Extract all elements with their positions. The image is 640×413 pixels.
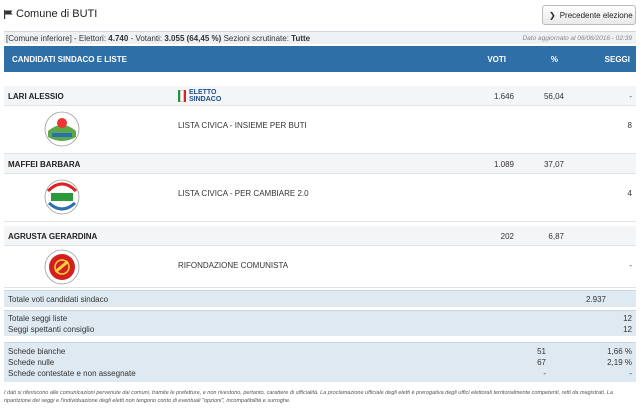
candidate-name: LARI ALESSIO <box>8 92 64 101</box>
turnout-summary: [Comune inferiore] - Elettori: 4.740 - V… <box>6 34 310 43</box>
list-name: LISTA CIVICA - PER CAMBIARE 2.0 <box>178 189 309 198</box>
candidate-pct: 6,87 <box>548 232 564 241</box>
list-name: RIFONDAZIONE COMUNISTA <box>178 261 289 270</box>
update-timestamp: Dato aggiornato al 06/06/2016 - 02:39 <box>522 35 632 42</box>
header-candidates: CANDIDATI SINDACO E LISTE <box>12 55 127 64</box>
rifondazione-comunista-logo-icon <box>44 249 80 285</box>
title-bar: Comune di BUTI ❯ Precedente elezione <box>4 4 636 26</box>
comune-type: [Comune inferiore] <box>6 34 72 43</box>
votanti-pct: (64,45 %) <box>186 34 222 43</box>
blank-ballots-label: Schede bianche <box>8 347 66 356</box>
seats-council-line: Seggi spettanti consiglio 12 <box>4 324 636 335</box>
total-votes-block: Totale voti candidati sindaco 2.937 <box>4 290 636 307</box>
previous-election-button[interactable]: ❯ Precedente elezione <box>542 5 636 25</box>
votanti-label: - Votanti: <box>130 34 163 43</box>
list-row: LISTA CIVICA - PER CAMBIARE 2.0 4 <box>4 174 636 222</box>
candidate-row: MAFFEI BARBARA 1.089 37,07 <box>4 154 636 174</box>
candidate-pct: 37,07 <box>543 160 564 169</box>
total-votes-value: 2.937 <box>585 295 606 304</box>
elettori-value: 4.740 <box>108 34 129 43</box>
contested-ballots-label: Schede contestate e non assegnate <box>8 369 136 378</box>
header-seats: SEGGI <box>604 55 630 64</box>
elected-line1: ELETTO <box>189 89 217 96</box>
italian-flag-icon <box>178 90 186 102</box>
seats-lists-value: 12 <box>623 314 632 323</box>
previous-election-label: Precedente elezione <box>559 10 633 20</box>
list-seats: 8 <box>627 121 632 130</box>
list-name: LISTA CIVICA - INSIEME PER BUTI <box>178 121 307 130</box>
candidate-seats: - <box>629 92 632 101</box>
list-row: RIFONDAZIONE COMUNISTA - <box>4 246 636 288</box>
flag-icon <box>4 10 13 19</box>
header-pct: % <box>550 55 558 64</box>
candidate-row: AGRUSTA GERARDINA 202 6,87 <box>4 226 636 246</box>
null-ballots-value: 67 <box>537 358 546 367</box>
candidate-votes: 1.646 <box>493 92 514 101</box>
candidate-pct: 56,04 <box>543 92 564 101</box>
seats-council-value: 12 <box>623 325 632 334</box>
blank-ballots-pct: 1,66 % <box>607 347 632 356</box>
info-bar: [Comune inferiore] - Elettori: 4.740 - V… <box>4 31 636 44</box>
insieme-per-buti-logo-icon <box>44 111 80 147</box>
page-title: Comune di BUTI <box>16 8 98 20</box>
null-ballots-label: Schede nulle <box>8 358 55 367</box>
ballots-block: Schede bianche 51 1,66 % Schede nulle 67… <box>4 342 636 382</box>
blank-ballots-value: 51 <box>537 347 546 356</box>
elected-line2: SINDACO <box>189 96 222 103</box>
contested-ballots-line: Schede contestate e non assegnate - - <box>4 368 636 379</box>
seats-council-label: Seggi spettanti consiglio <box>8 325 95 334</box>
total-votes-label: Totale voti candidati sindaco <box>8 295 109 304</box>
sezioni-label: Sezioni scrutinate: <box>223 34 289 43</box>
votanti-value: 3.055 <box>164 34 185 43</box>
list-seats: 4 <box>627 189 632 198</box>
candidate-votes: 1.089 <box>493 160 514 169</box>
candidate-name: MAFFEI BARBARA <box>8 160 81 169</box>
seats-block: Totale seggi liste 12 Seggi spettanti co… <box>4 310 636 336</box>
blank-ballots-line: Schede bianche 51 1,66 % <box>4 346 636 357</box>
candidate-row: LARI ALESSIO ELETTO SINDACO 1.646 56,04 - <box>4 86 636 106</box>
null-ballots-line: Schede nulle 67 2,19 % <box>4 357 636 368</box>
list-row: LISTA CIVICA - INSIEME PER BUTI 8 <box>4 106 636 154</box>
table-header: CANDIDATI SINDACO E LISTE VOTI % SEGGI <box>4 46 636 72</box>
contested-ballots-pct: - <box>629 369 632 378</box>
sezioni-value: Tutte <box>291 34 311 43</box>
null-ballots-pct: 2,19 % <box>607 358 632 367</box>
header-votes: VOTI <box>487 55 506 64</box>
elected-mayor-badge: ELETTO SINDACO <box>178 89 221 103</box>
per-cambiare-logo-icon <box>44 179 80 215</box>
disclaimer-note: I dati si riferiscono alle comunicazioni… <box>4 390 613 404</box>
candidate-name: AGRUSTA GERARDINA <box>8 232 98 241</box>
seats-lists-line: Totale seggi liste 12 <box>4 313 636 324</box>
elettori-label: - Elettori: <box>74 34 107 43</box>
list-seats: - <box>629 261 632 270</box>
candidate-votes: 202 <box>500 232 514 241</box>
chevron-right-icon: ❯ <box>549 10 556 20</box>
seats-lists-label: Totale seggi liste <box>8 314 68 323</box>
contested-ballots-value: - <box>543 369 546 378</box>
